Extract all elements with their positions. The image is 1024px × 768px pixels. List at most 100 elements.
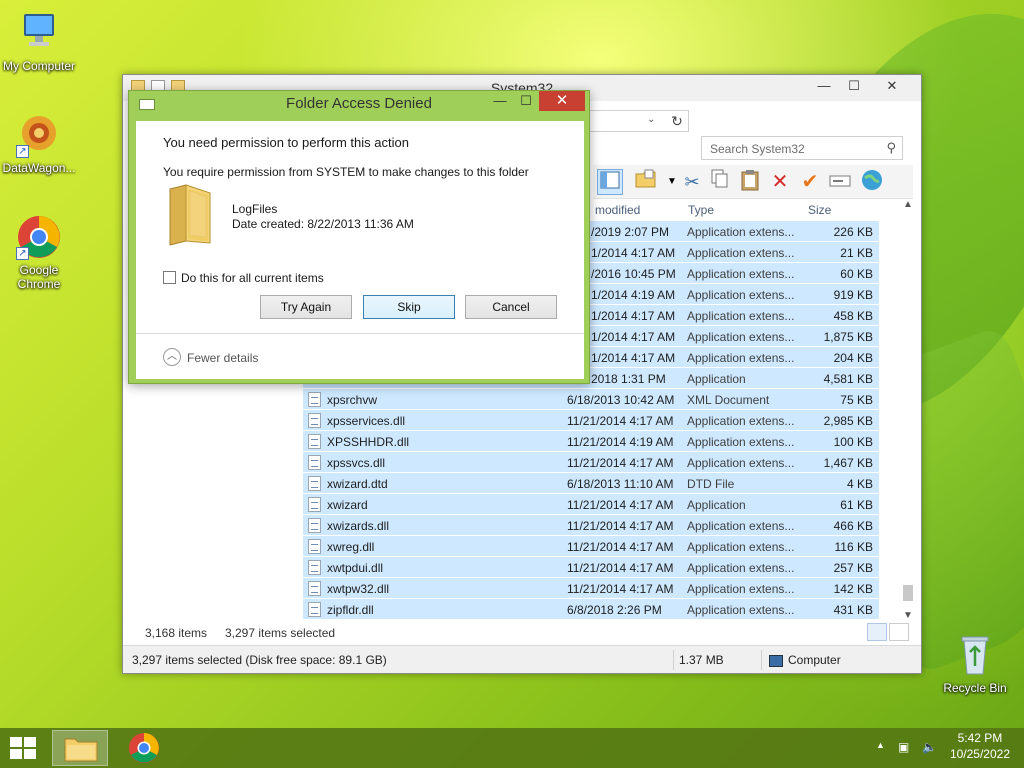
- row-type: Application extens...: [687, 288, 795, 302]
- minimize-button[interactable]: —: [809, 75, 839, 97]
- row-date: /2019 2:07 PM: [591, 225, 670, 239]
- row-type: DTD File: [687, 477, 735, 491]
- row-type: Application extens...: [687, 225, 795, 239]
- refresh-icon[interactable]: ↻: [667, 113, 687, 130]
- fewer-details-link[interactable]: Fewer details: [187, 351, 258, 365]
- row-name: zipfldr.dll: [327, 603, 374, 617]
- row-date: 11/21/2014 4:17 AM: [567, 540, 674, 554]
- dll-file-icon: [308, 434, 321, 449]
- close-button[interactable]: ✕: [869, 75, 915, 97]
- row-type: Application extens...: [687, 582, 795, 596]
- apply-to-all-checkbox[interactable]: [163, 271, 176, 284]
- volume-icon[interactable]: 🔈: [922, 740, 937, 754]
- desktop-icon-chrome[interactable]: ↗ Google Chrome: [0, 214, 78, 291]
- row-type: Application extens...: [687, 540, 795, 554]
- dialog-close-button[interactable]: ✕: [539, 91, 585, 111]
- application-icon: [308, 497, 321, 512]
- vertical-scrollbar[interactable]: ▲ ▼: [901, 199, 915, 621]
- table-row[interactable]: xwreg.dll 11/21/2014 4:17 AM Application e…: [303, 536, 879, 557]
- table-row[interactable]: xwizards.dll 11/21/2014 4:17 AM Applicatio…: [303, 515, 879, 536]
- taskbar-file-explorer[interactable]: [52, 730, 108, 766]
- dll-file-icon: [308, 539, 321, 554]
- column-size[interactable]: Size: [808, 203, 831, 217]
- row-name: xpsrchvw: [327, 393, 378, 407]
- file-icon: [308, 476, 321, 491]
- maximize-button[interactable]: ☐: [839, 75, 869, 97]
- desktop-icon-my-computer[interactable]: My Computer: [0, 10, 78, 73]
- table-row[interactable]: xwtpw32.dll 11/21/2014 4:17 AM Application…: [303, 578, 879, 599]
- folder-name: LogFiles: [232, 202, 278, 216]
- table-row[interactable]: xwizard.dtd 6/18/2013 11:10 AM DTD File 4 K…: [303, 473, 879, 494]
- column-type[interactable]: Type: [688, 203, 714, 217]
- cut-icon[interactable]: ✂: [679, 169, 705, 195]
- row-size: 204 KB: [833, 351, 873, 365]
- row-size: 60 KB: [840, 267, 873, 281]
- computer-icon: [769, 655, 783, 667]
- rename-icon[interactable]: [827, 169, 853, 195]
- desktop-icon-datawagon[interactable]: ↗ DataWagon...: [0, 112, 78, 175]
- preview-pane-icon[interactable]: [597, 169, 623, 195]
- clock[interactable]: 5:42 PM 10/25/2022: [950, 731, 1010, 761]
- row-type: Application extens...: [687, 330, 795, 344]
- row-date: 1/2014 4:17 AM: [591, 351, 676, 365]
- row-size: 1,875 KB: [823, 330, 873, 344]
- properties-check-icon[interactable]: ✔: [797, 169, 823, 195]
- table-row[interactable]: xpssvcs.dll 11/21/2014 4:17 AM Application…: [303, 452, 879, 473]
- row-size: 4,581 KB: [823, 372, 873, 386]
- dialog-maximize-button[interactable]: ☐: [513, 91, 539, 111]
- try-again-button[interactable]: Try Again: [260, 295, 352, 319]
- search-input[interactable]: Search System32 ⚲: [701, 136, 903, 160]
- chevron-up-icon[interactable]: ︿: [163, 348, 181, 366]
- taskbar-chrome[interactable]: [116, 730, 172, 766]
- folder-options-icon[interactable]: [633, 169, 659, 195]
- row-type: XML Document: [687, 393, 770, 407]
- status-size: 1.37 MB: [679, 653, 724, 667]
- column-date-modified[interactable]: modified: [595, 203, 640, 217]
- row-name: xwizard: [327, 498, 368, 512]
- dialog-minimize-button[interactable]: —: [487, 91, 513, 111]
- dll-file-icon: [308, 413, 321, 428]
- desktop-icon-label: Google Chrome: [17, 263, 61, 291]
- copy-icon[interactable]: [707, 169, 733, 195]
- dll-file-icon: [308, 455, 321, 470]
- skip-button[interactable]: Skip: [363, 295, 455, 319]
- scroll-up-icon[interactable]: ▲: [901, 199, 915, 210]
- cancel-button[interactable]: Cancel: [465, 295, 557, 319]
- table-row[interactable]: xwizard 11/21/2014 4:17 AM Application 61 K…: [303, 494, 879, 515]
- item-count: 3,168 items: [145, 626, 208, 640]
- address-dropdown-icon[interactable]: ⌄: [647, 114, 655, 125]
- shortcut-arrow-icon: ↗: [16, 247, 29, 260]
- table-row[interactable]: xpsrchvw 6/18/2013 10:42 AM XML Document 75…: [303, 389, 879, 410]
- globe-icon[interactable]: [859, 169, 885, 195]
- windows-start-icon[interactable]: [10, 737, 37, 759]
- table-row[interactable]: xwtpdui.dll 11/21/2014 4:17 AM Application…: [303, 557, 879, 578]
- paste-icon[interactable]: [737, 169, 763, 195]
- apply-to-all-label[interactable]: Do this for all current items: [181, 271, 324, 285]
- view-switcher: [867, 623, 909, 641]
- row-name: xwreg.dll: [327, 540, 375, 554]
- desktop-icon-label: Recycle Bin: [943, 681, 1007, 695]
- details-view-icon[interactable]: [867, 623, 887, 641]
- divider: [761, 650, 762, 670]
- delete-icon[interactable]: ✕: [767, 169, 793, 195]
- table-row[interactable]: XPSSHHDR.dll 11/21/2014 4:19 AM Applicatio…: [303, 431, 879, 452]
- table-row[interactable]: xpsservices.dll 11/21/2014 4:17 AM Applica…: [303, 410, 879, 431]
- network-icon[interactable]: ▣: [898, 740, 909, 754]
- row-type: Application extens...: [687, 351, 795, 365]
- desktop-icon-label: My Computer: [2, 59, 76, 73]
- show-hidden-icons-icon[interactable]: ▲: [876, 740, 885, 750]
- row-date: 11/21/2014 4:17 AM: [567, 456, 674, 470]
- row-date: 11/21/2014 4:17 AM: [567, 498, 674, 512]
- scroll-down-icon[interactable]: ▼: [901, 610, 915, 621]
- row-name: XPSSHHDR.dll: [327, 435, 410, 449]
- row-date: 11/21/2014 4:17 AM: [567, 414, 674, 428]
- large-icons-view-icon[interactable]: [889, 623, 909, 641]
- chrome-icon: ↗: [16, 214, 62, 260]
- row-size: 458 KB: [833, 309, 873, 323]
- table-row[interactable]: zipfldr.dll 6/8/2018 2:26 PM Application e…: [303, 599, 879, 620]
- desktop-icon-recycle-bin[interactable]: Recycle Bin: [936, 632, 1014, 695]
- row-type: Application extens...: [687, 519, 795, 533]
- row-size: 116 KB: [834, 540, 873, 554]
- scroll-thumb[interactable]: [903, 585, 913, 601]
- row-size: 61 KB: [840, 498, 873, 512]
